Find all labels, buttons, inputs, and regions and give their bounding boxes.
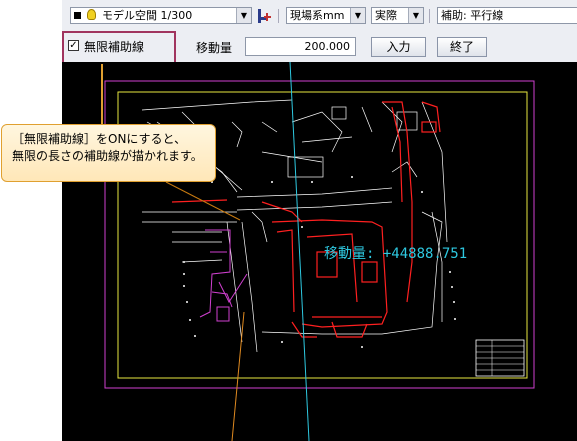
toolbar-separator (429, 9, 430, 23)
finish-button[interactable]: 終了 (437, 37, 487, 57)
assist-select[interactable]: 補助: 平行線 (437, 7, 577, 24)
units-select[interactable]: 現場系mm ▼ (286, 7, 366, 24)
magenta-area (199, 229, 248, 322)
move-readout: 移動量: +44888.751 (324, 246, 467, 262)
callout-leader-line (165, 181, 241, 221)
add-layer-icon[interactable] (256, 7, 272, 25)
move-amount-field[interactable]: 200.000 (245, 37, 356, 56)
chevron-down-icon[interactable]: ▼ (350, 8, 365, 23)
chevron-down-icon[interactable]: ▼ (408, 8, 423, 23)
scale-select-value: 実際 (375, 9, 397, 22)
space-select[interactable]: モデル空間 1/300 ▼ (70, 7, 252, 24)
callout-line-2: 無限の長さの補助線が描かれます。 (12, 149, 203, 163)
toolbar-separator (278, 9, 279, 23)
callout-leader-vertical (101, 64, 103, 124)
cad-canvas[interactable]: 移動量: +44888.751 (62, 62, 577, 441)
layer-color-icon (74, 12, 81, 19)
map-dots (183, 176, 456, 348)
infinite-line-label[interactable]: 無限補助線 (84, 38, 144, 55)
assist-select-value: 補助: 平行線 (441, 9, 504, 22)
chevron-down-icon[interactable]: ▼ (236, 8, 251, 23)
space-select-value: モデル空間 1/300 (102, 9, 193, 22)
callout-tooltip: ［無限補助線］をONにすると、 無限の長さの補助線が描かれます。 (1, 124, 216, 182)
orange-reference-line (231, 311, 245, 441)
title-block (475, 339, 525, 377)
scale-select[interactable]: 実際 ▼ (371, 7, 424, 24)
left-margin-lower (0, 182, 62, 441)
infinite-line-checkbox[interactable]: ✓ (68, 40, 79, 51)
units-select-value: 現場系mm (290, 9, 345, 22)
callout-line-1: ［無限補助線］をONにすると、 (12, 132, 187, 146)
input-button[interactable]: 入力 (371, 37, 426, 57)
move-amount-label: 移動量 (196, 41, 233, 55)
bulb-icon (86, 9, 96, 20)
cad-drawing: 移動量: +44888.751 (104, 62, 535, 441)
left-margin (0, 0, 62, 124)
